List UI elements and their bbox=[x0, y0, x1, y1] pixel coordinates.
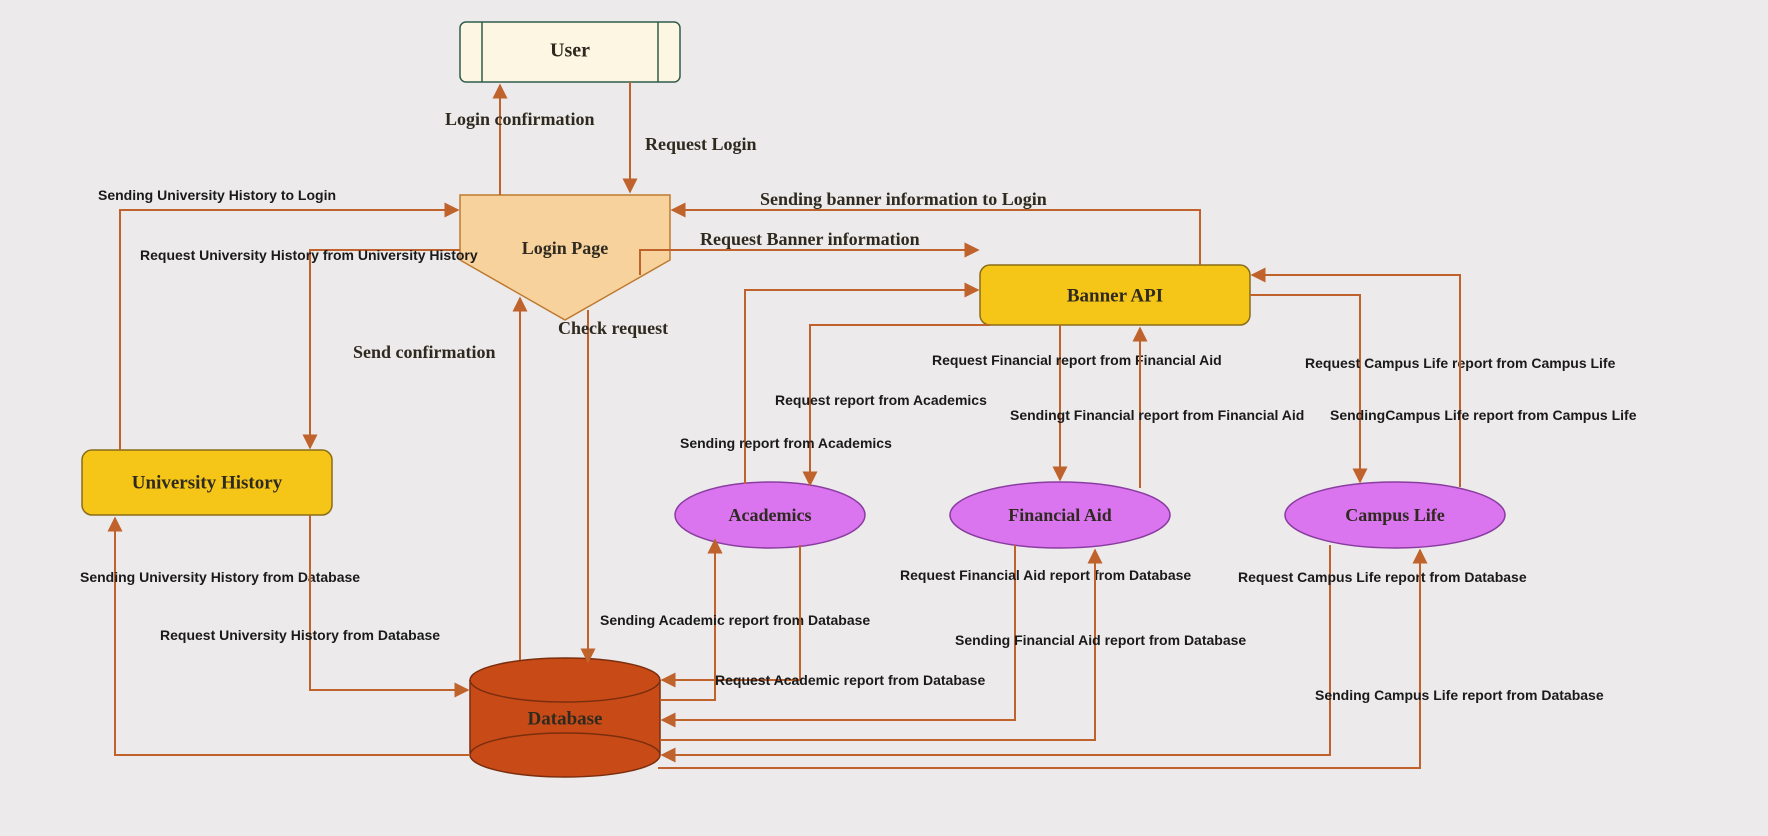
university-history-node: University History bbox=[82, 450, 332, 515]
diagram-canvas: User Login Page University History Banne… bbox=[0, 0, 1768, 836]
campus-life-node: Campus Life bbox=[1285, 482, 1505, 548]
banner-api-label: Banner API bbox=[1067, 285, 1163, 306]
academics-label: Academics bbox=[729, 505, 812, 525]
edge-request-banner bbox=[640, 250, 978, 275]
label-sending-uh-db: Sending University History from Database bbox=[80, 569, 360, 585]
label-request-banner: Request Banner information bbox=[700, 229, 920, 249]
label-sending-acad: Sending report from Academics bbox=[680, 435, 892, 451]
label-request-acad-db: Request Academic report from Database bbox=[715, 672, 985, 688]
label-request-cl-db: Request Campus Life report from Database bbox=[1238, 569, 1527, 585]
label-sending-banner: Sending banner information to Login bbox=[760, 189, 1047, 209]
edge-sending-cl bbox=[1252, 275, 1460, 487]
academics-node: Academics bbox=[675, 482, 865, 548]
label-request-uh: Request University History from Universi… bbox=[140, 247, 478, 263]
label-sending-cl-db: Sending Campus Life report from Database bbox=[1315, 687, 1604, 703]
user-node: User bbox=[460, 22, 680, 82]
login-page-node: Login Page bbox=[460, 195, 670, 320]
university-history-label: University History bbox=[132, 472, 283, 493]
campus-life-label: Campus Life bbox=[1345, 505, 1445, 525]
label-request-acad: Request report from Academics bbox=[775, 392, 987, 408]
label-request-login: Request Login bbox=[645, 134, 757, 154]
edge-request-cl bbox=[1250, 295, 1360, 482]
label-sending-cl: SendingCampus Life report from Campus Li… bbox=[1330, 407, 1637, 423]
database-node: Database bbox=[470, 658, 660, 777]
label-check-request: Check request bbox=[558, 318, 668, 338]
label-sending-fin: Sendingt Financial report from Financial… bbox=[1010, 407, 1304, 423]
label-sending-fin-db: Sending Financial Aid report from Databa… bbox=[955, 632, 1246, 648]
label-login-confirmation: Login confirmation bbox=[445, 109, 595, 129]
label-sending-acad-db: Sending Academic report from Database bbox=[600, 612, 870, 628]
edge-request-uh-db bbox=[310, 515, 468, 690]
label-request-uh-db: Request University History from Database bbox=[160, 627, 440, 643]
user-label: User bbox=[550, 40, 590, 62]
financial-aid-label: Financial Aid bbox=[1008, 505, 1112, 525]
label-send-confirmation: Send confirmation bbox=[353, 342, 496, 362]
banner-api-node: Banner API bbox=[980, 265, 1250, 325]
financial-aid-node: Financial Aid bbox=[950, 482, 1170, 548]
label-sending-uh-login: Sending University History to Login bbox=[98, 187, 336, 203]
edge-sending-acad bbox=[745, 290, 978, 484]
database-label: Database bbox=[528, 708, 603, 729]
label-request-fin: Request Financial report from Financial … bbox=[932, 352, 1222, 368]
login-page-label: Login Page bbox=[522, 238, 609, 258]
label-request-fin-db: Request Financial Aid report from Databa… bbox=[900, 567, 1191, 583]
edge-sending-uh-login bbox=[120, 210, 458, 450]
